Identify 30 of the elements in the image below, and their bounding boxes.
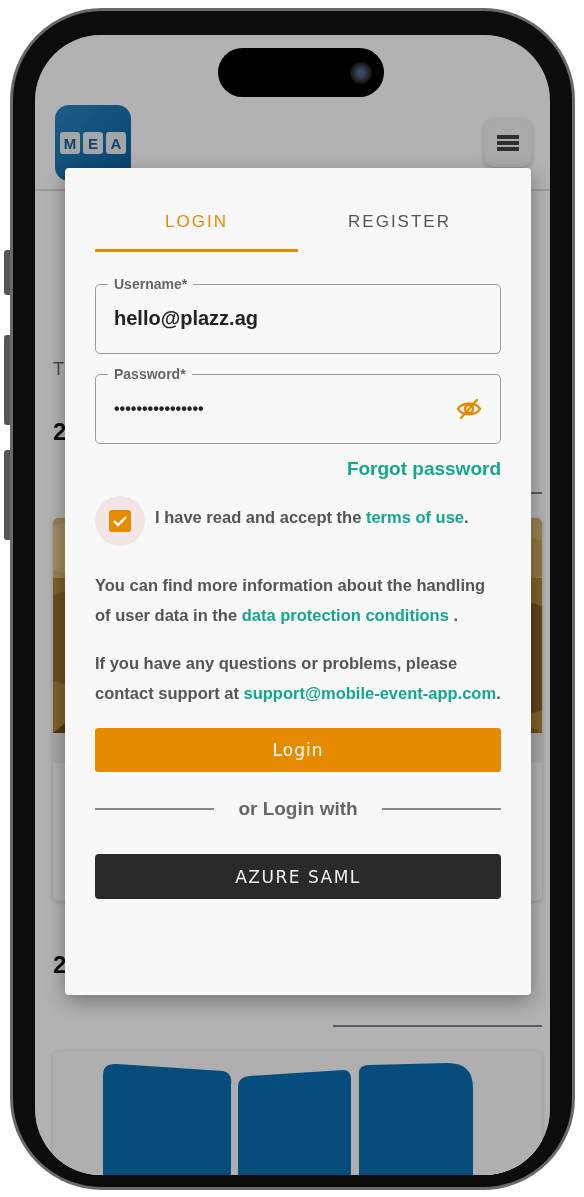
logo-tile: A: [106, 132, 126, 154]
check-icon: [112, 515, 128, 527]
menu-button[interactable]: [484, 119, 532, 167]
intro-text: T: [53, 359, 64, 380]
date-text: 2: [53, 418, 67, 446]
info-text: If you have any questions or problems, please contact support at support@mobile-event-app.com.: [95, 653, 501, 704]
date-text: 2: [53, 951, 67, 979]
sso-button[interactable]: AZURE SAML: [95, 854, 501, 899]
terms-link[interactable]: terms of use: [365, 508, 465, 526]
logo-tile: M: [60, 132, 80, 154]
field-input[interactable]: hello@plazz.ag: [114, 307, 482, 330]
divider-text: or Login with: [238, 798, 358, 820]
info-link[interactable]: support@mobile-event-app.com: [243, 684, 497, 702]
tab[interactable]: LOGIN: [95, 204, 298, 252]
logo-tile: E: [83, 132, 103, 154]
menu-icon: [497, 135, 519, 151]
field-label: Username*: [113, 276, 189, 292]
field-input[interactable]: ••••••••••••••••: [114, 399, 456, 418]
eye-slash-icon[interactable]: [456, 397, 482, 420]
terms-text: I have read and accept the terms of use.: [155, 507, 469, 528]
info-text: You can find more information about the handling of user data in the data protection conditions .: [95, 575, 487, 626]
forgot-password-link[interactable]: Forgot password: [346, 458, 501, 480]
field-label: Password*: [113, 366, 187, 382]
login-button[interactable]: Login: [95, 728, 501, 772]
info-link[interactable]: data protection conditions: [241, 606, 449, 624]
username-field[interactable]: Username* hello@plazz.ag: [95, 276, 501, 354]
tab[interactable]: REGISTER: [298, 204, 501, 252]
password-field[interactable]: Password* ••••••••••••••••: [95, 366, 501, 444]
event-card[interactable]: [53, 1051, 542, 1175]
checkbox[interactable]: [109, 510, 131, 532]
